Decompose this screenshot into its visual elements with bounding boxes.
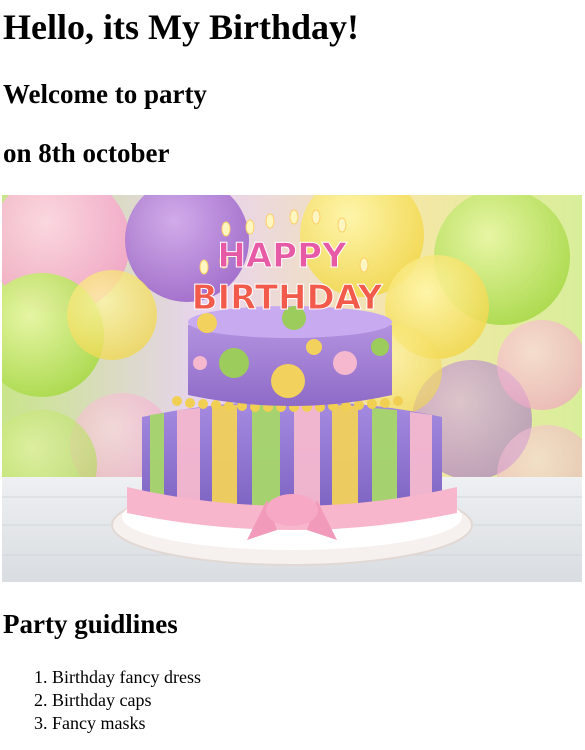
welcome-heading: Welcome to party	[3, 79, 207, 109]
cake-topper-birthday: BIRTHDAY	[192, 278, 383, 318]
guidelines-heading: Party guidlines	[3, 609, 178, 639]
page-heading: Hello, its My Birthday!	[3, 7, 359, 47]
guideline-item: Birthday fancy dress	[52, 666, 201, 689]
guideline-item: Birthday caps	[52, 689, 201, 712]
birthday-cake-image: HAPPY BIRTHDAY	[2, 195, 582, 582]
guideline-item: Fancy masks	[52, 712, 201, 735]
date-heading: on 8th october	[3, 138, 170, 168]
guidelines-list: Birthday fancy dress Birthday caps Fancy…	[0, 666, 201, 735]
cake-topper-happy: HAPPY	[217, 236, 347, 276]
